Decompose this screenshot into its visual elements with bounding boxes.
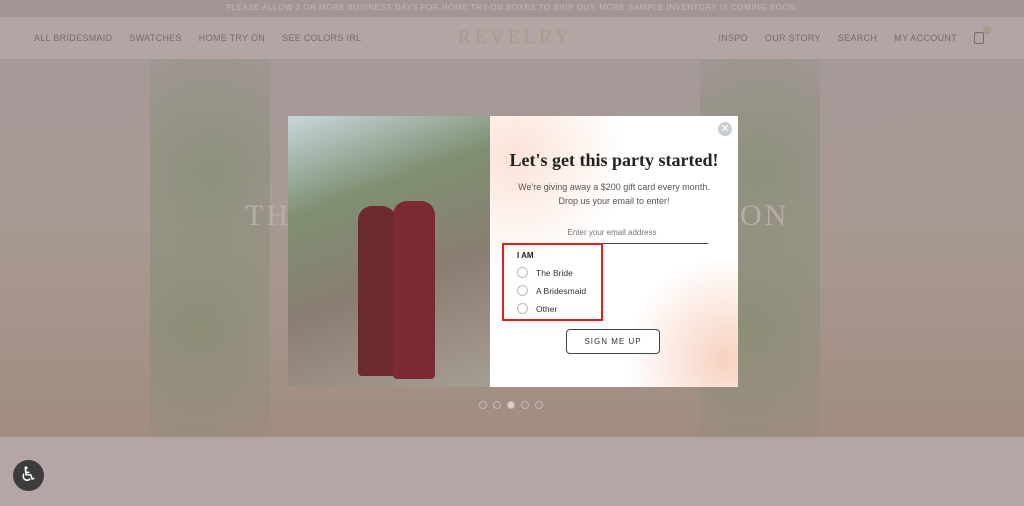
accessibility-icon[interactable]: ♿︎ (13, 460, 44, 491)
bridesmaid-figure (358, 206, 396, 376)
hero-text-right: ON (740, 199, 790, 232)
nav-swatches[interactable]: SWATCHES (129, 33, 181, 43)
i-am-group: I AM The Bride A Bridesmaid Other (502, 243, 603, 321)
cart-badge (983, 26, 991, 34)
bridesmaid-figure (393, 201, 435, 379)
page-bottom (0, 437, 1024, 506)
nav-my-account[interactable]: MY ACCOUNT (894, 33, 957, 43)
sign-me-up-button[interactable]: SIGN ME UP (566, 329, 660, 354)
i-am-label: I AM (517, 251, 534, 260)
bridesmaids-photo (288, 116, 490, 387)
modal-subtitle: Drop us your email to enter! (558, 196, 670, 206)
hero-text-left: TH (245, 199, 291, 232)
option-the-bride[interactable]: The Bride (517, 267, 601, 278)
logo[interactable]: REVELRY (458, 27, 573, 49)
option-label: The Bride (536, 267, 573, 278)
carousel-dot[interactable] (521, 401, 529, 409)
nav-inspo[interactable]: INSPO (718, 33, 748, 43)
signup-modal: ✕ Let's get this party started! We're gi… (288, 116, 738, 387)
email-input[interactable] (516, 222, 708, 244)
carousel-dot[interactable] (535, 401, 543, 409)
signup-form: ✕ Let's get this party started! We're gi… (490, 116, 738, 387)
carousel-dot[interactable] (479, 401, 487, 409)
option-label: A Bridesmaid (536, 285, 587, 296)
option-label: Other (536, 303, 558, 314)
carousel-dot[interactable] (493, 401, 501, 409)
announcement-banner: PLEASE ALLOW 2 OR MORE BUSINESS DAYS FOR… (0, 0, 1024, 17)
nav-search[interactable]: SEARCH (838, 33, 877, 43)
nav-all-bridesmaid[interactable]: ALL BRIDESMAID (34, 33, 112, 43)
main-nav: ALL BRIDESMAID SWATCHES HOME TRY ON SEE … (0, 17, 1024, 59)
cart-icon[interactable] (974, 26, 991, 44)
carousel-dots (479, 401, 543, 409)
modal-title: Let's get this party started! (509, 150, 719, 170)
option-other[interactable]: Other (517, 303, 601, 314)
nav-see-colors-irl[interactable]: SEE COLORS IRL (282, 33, 361, 43)
radio-button[interactable] (517, 285, 528, 296)
nav-our-story[interactable]: OUR STORY (765, 33, 821, 43)
option-a-bridesmaid[interactable]: A Bridesmaid (517, 285, 601, 296)
vine-decoration (150, 59, 270, 437)
nav-home-try-on[interactable]: HOME TRY ON (199, 33, 265, 43)
modal-subtitle: We're giving away a $200 gift card every… (518, 182, 710, 192)
close-icon[interactable]: ✕ (718, 122, 732, 136)
carousel-dot-active[interactable] (507, 401, 515, 409)
radio-button[interactable] (517, 267, 528, 278)
radio-button[interactable] (517, 303, 528, 314)
